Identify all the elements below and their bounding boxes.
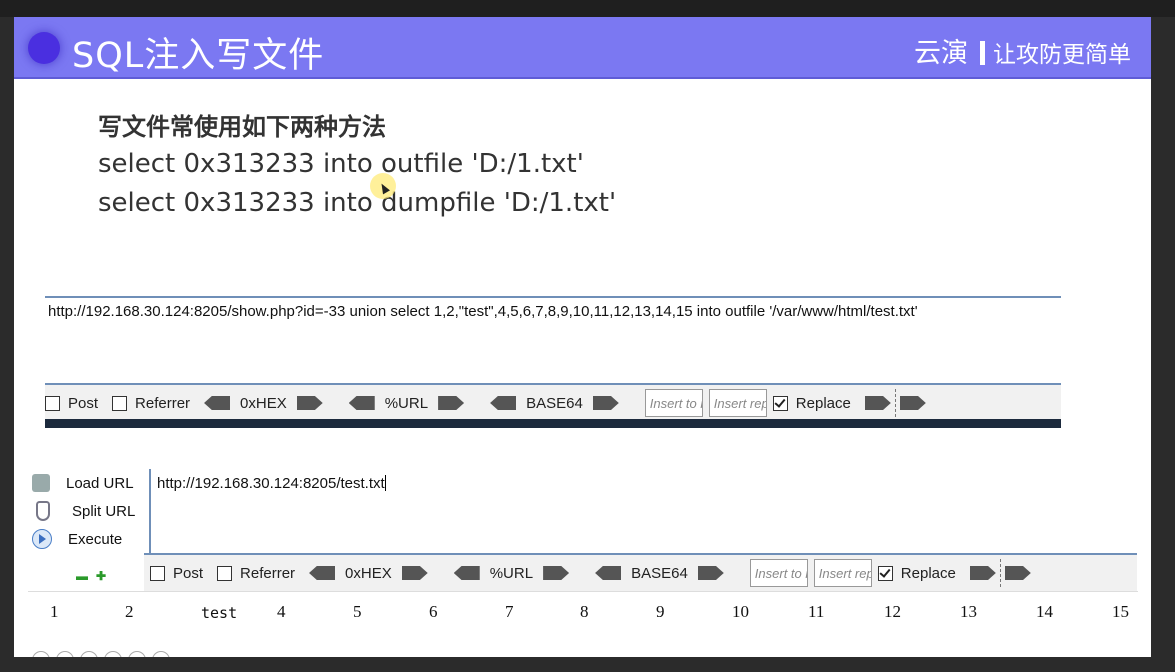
result-cell: 11 xyxy=(808,602,825,621)
url-decode-arrow-icon-1[interactable] xyxy=(438,396,465,410)
toolbar-divider-1 xyxy=(894,389,896,417)
title-bar: SQL注入写文件 云演 让攻防更简单 xyxy=(14,17,1151,79)
post-checkbox-2[interactable] xyxy=(150,565,165,581)
result-cell: 8 xyxy=(580,602,589,621)
hackbar-toolbar-1: Post Referrer 0xHEX %URL BASE64 Insert t… xyxy=(45,383,1061,421)
replace-checkbox-1[interactable] xyxy=(772,395,788,411)
hackbar-toolbar-2: Post Referrer 0xHEX %URL BASE64 Insert t… xyxy=(144,553,1137,591)
result-cell: 2 xyxy=(125,602,134,621)
hex-decode-arrow-icon-1[interactable] xyxy=(296,396,323,410)
zoom-icon[interactable] xyxy=(128,651,146,657)
load-url-icon xyxy=(32,474,50,492)
text-caret xyxy=(384,475,386,491)
panel1-bottom-bar xyxy=(45,419,1061,428)
post-label-2: Post xyxy=(173,564,204,582)
pen-icon[interactable] xyxy=(80,651,98,657)
execute-label: Execute xyxy=(68,530,123,548)
referrer-checkbox-2[interactable] xyxy=(217,565,233,581)
hex-encode-arrow-icon-1[interactable] xyxy=(204,396,231,410)
split-url-icon xyxy=(36,501,50,521)
prev-slide-icon[interactable] xyxy=(32,651,50,657)
url-encode-arrow-icon-2[interactable] xyxy=(453,566,480,580)
slides-icon[interactable] xyxy=(104,651,122,657)
base64-decode-arrow-icon-1[interactable] xyxy=(592,396,619,410)
result-cell: 14 xyxy=(1036,602,1053,621)
slide-nav-controls xyxy=(32,651,170,657)
url-text-1: http://192.168.30.124:8205/show.php?id=-… xyxy=(48,303,918,320)
replace-arrow-icon-1[interactable] xyxy=(864,396,891,410)
title-dot-icon xyxy=(28,32,60,64)
result-cell: 13 xyxy=(960,602,977,621)
load-url-button[interactable]: Load URL xyxy=(28,469,144,497)
url-decode-arrow-icon-2[interactable] xyxy=(543,566,570,580)
referrer-checkbox-1[interactable] xyxy=(112,395,128,411)
code-line-dumpfile: select 0x313233 into dumpfile 'D:/1.txt' xyxy=(98,188,617,218)
execute-icon xyxy=(32,529,52,549)
zoom-controls: ▬ ✚ xyxy=(76,569,114,583)
hex-label-2: 0xHEX xyxy=(345,564,392,582)
replace-all-arrow-icon-2[interactable] xyxy=(1004,566,1031,580)
brand: 云演 让攻防更简单 xyxy=(914,31,1131,70)
url-encode-arrow-icon-1[interactable] xyxy=(348,396,375,410)
top-band xyxy=(0,0,1175,17)
base64-label-2: BASE64 xyxy=(631,564,688,582)
slide: SQL注入写文件 云演 让攻防更简单 写文件常使用如下两种方法 select 0x… xyxy=(14,17,1151,657)
result-cell: 9 xyxy=(656,602,665,621)
replace-arrow-icon-2[interactable] xyxy=(969,566,996,580)
result-cell: 4 xyxy=(277,602,286,621)
urlenc-label-2: %URL xyxy=(489,564,534,582)
code-line-outfile: select 0x313233 into outfile 'D:/1.txt' xyxy=(98,149,584,179)
brand-name: 云演 xyxy=(914,38,968,69)
next-slide-icon[interactable] xyxy=(56,651,74,657)
load-url-label: Load URL xyxy=(66,474,134,492)
url-text-2: http://192.168.30.124:8205/test.txt xyxy=(157,475,385,492)
zoom-out-icon[interactable]: ▬ xyxy=(76,569,88,583)
brand-slogan: 让攻防更简单 xyxy=(993,42,1131,68)
result-output-row: 1 2 test 4 5 6 7 8 9 10 11 12 13 14 15 xyxy=(28,591,1138,630)
base64-decode-arrow-icon-2[interactable] xyxy=(697,566,724,580)
more-icon[interactable] xyxy=(152,651,170,657)
url-textarea-2[interactable]: http://192.168.30.124:8205/test.txt xyxy=(149,469,1139,553)
referrer-label-1: Referrer xyxy=(135,394,191,412)
result-cell: 6 xyxy=(429,602,438,621)
result-cell: 10 xyxy=(732,602,749,621)
base64-encode-arrow-icon-2[interactable] xyxy=(595,566,622,580)
insert-to-replace-input-2[interactable]: Insert to r xyxy=(749,559,808,587)
replace-all-arrow-icon-1[interactable] xyxy=(899,396,926,410)
url-textarea-1[interactable]: http://192.168.30.124:8205/show.php?id=-… xyxy=(45,296,1061,384)
split-url-button[interactable]: Split URL xyxy=(28,497,144,525)
referrer-label-2: Referrer xyxy=(240,564,296,582)
result-cell: 5 xyxy=(353,602,362,621)
zoom-in-icon[interactable]: ✚ xyxy=(96,569,106,583)
base64-label-1: BASE64 xyxy=(526,394,583,412)
hex-decode-arrow-icon-2[interactable] xyxy=(401,566,428,580)
insert-replacement-input-1[interactable]: Insert rep xyxy=(708,389,767,417)
execute-button[interactable]: Execute xyxy=(28,525,144,553)
replace-label-1: Replace xyxy=(795,394,851,412)
insert-to-replace-input-1[interactable]: Insert to r xyxy=(644,389,703,417)
replace-checkbox-2[interactable] xyxy=(877,565,893,581)
brand-divider xyxy=(980,41,985,65)
post-label-1: Post xyxy=(68,394,99,412)
toolbar-divider-2 xyxy=(999,559,1001,587)
result-cell: 1 xyxy=(50,602,59,621)
result-cell: 7 xyxy=(505,602,514,621)
slide-title: SQL注入写文件 xyxy=(72,36,325,76)
hex-label-1: 0xHEX xyxy=(240,394,287,412)
split-url-label: Split URL xyxy=(72,502,136,520)
base64-encode-arrow-icon-1[interactable] xyxy=(490,396,517,410)
methods-heading: 写文件常使用如下两种方法 xyxy=(98,113,386,141)
insert-replacement-input-2[interactable]: Insert rep xyxy=(813,559,872,587)
result-cell: 12 xyxy=(884,602,901,621)
result-cell: 15 xyxy=(1112,602,1129,621)
result-cell: test xyxy=(201,604,238,622)
replace-label-2: Replace xyxy=(900,564,956,582)
hex-encode-arrow-icon-2[interactable] xyxy=(309,566,336,580)
post-checkbox-1[interactable] xyxy=(45,395,60,411)
urlenc-label-1: %URL xyxy=(384,394,429,412)
